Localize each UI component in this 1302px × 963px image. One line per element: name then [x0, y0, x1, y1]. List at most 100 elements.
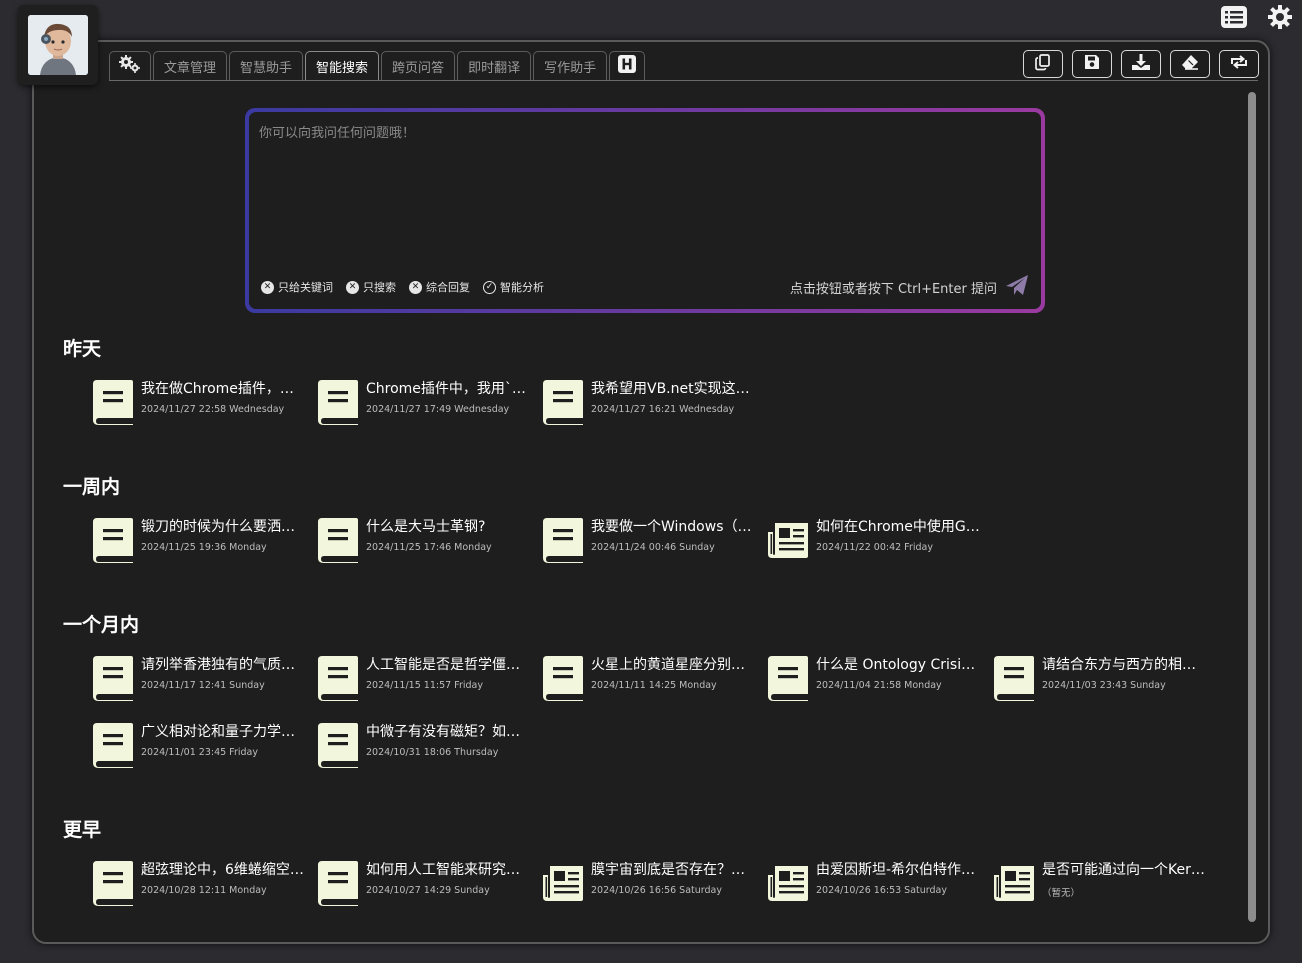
newspaper-icon	[992, 863, 1036, 911]
history-item[interactable]: 锻刀的时候为什么要洒… 2024/11/25 19:36 Monday	[91, 512, 306, 564]
history-item-title: 请结合东方与西方的相…	[1042, 657, 1196, 673]
clear-button[interactable]	[1170, 50, 1210, 78]
history-item[interactable]: 请列举香港独有的气质… 2024/11/17 12:41 Sunday	[91, 650, 306, 702]
tab-smart-search[interactable]: 智能搜索	[305, 51, 380, 80]
history-item-title: 我在做Chrome插件，其…	[141, 381, 306, 397]
book-icon	[541, 516, 585, 564]
history-item[interactable]: 我希望用VB.net实现这… 2024/11/27 16:21 Wednesday	[541, 374, 756, 426]
paper-plane-icon	[1005, 275, 1029, 300]
option-keywords-only[interactable]: ✕ 只给关键词	[261, 279, 333, 295]
history-item-date: 2024/11/01 23:45 Friday	[141, 747, 258, 758]
history-item[interactable]: 如何在Chrome中使用G… 2024/11/22 00:42 Friday	[766, 512, 981, 564]
history-item-date: 2024/11/24 00:46 Sunday	[591, 542, 715, 553]
x-circle-icon: ✕	[409, 280, 422, 294]
scrollbar[interactable]	[1248, 92, 1256, 922]
history-item-title: 如何在Chrome中使用G…	[816, 519, 980, 535]
section-title: 更早	[63, 819, 102, 841]
book-icon	[91, 516, 135, 564]
tab-bar: 文章管理 智慧助手 智能搜索 跨页问答 即时翻译 写作助手	[109, 51, 646, 80]
tab-settings[interactable]	[109, 51, 151, 80]
history-item-date: 2024/10/31 18:06 Thursday	[366, 747, 499, 758]
settings-gear-icon[interactable]	[1266, 4, 1294, 30]
download-button[interactable]	[1121, 50, 1161, 78]
book-icon	[316, 516, 360, 564]
history-item-title: 人工智能是否是哲学僵…	[366, 657, 520, 673]
save-button[interactable]	[1072, 50, 1112, 78]
toolbar	[1023, 50, 1259, 78]
history-item-title: 中微子有没有磁矩？如…	[366, 724, 520, 740]
option-label: 智能分析	[500, 281, 544, 294]
top-icons	[1220, 4, 1294, 30]
tab-cross-page-qa[interactable]: 跨页问答	[381, 51, 456, 80]
question-input[interactable]	[259, 122, 1029, 262]
option-label: 综合回复	[426, 281, 470, 294]
h-square-icon	[618, 55, 637, 77]
tab-underline	[109, 80, 1258, 81]
section-title: 昨天	[63, 338, 102, 360]
book-icon	[91, 721, 135, 769]
tab-h[interactable]	[609, 51, 646, 80]
newspaper-icon	[766, 863, 810, 911]
history-item-title: 火星上的黄道星座分别…	[591, 657, 745, 673]
history-item-date: 2024/11/04 21:58 Monday	[816, 680, 942, 691]
history-item-title: 是否可能通过向一个Ker…	[1042, 862, 1205, 878]
history-item[interactable]: 请结合东方与西方的相… 2024/11/03 23:43 Sunday	[992, 650, 1207, 702]
history-item-title: 什么是大马士革钢?	[366, 519, 486, 535]
history-item-title: 广义相对论和量子力学…	[141, 724, 295, 740]
option-search-only[interactable]: ✕ 只搜索	[346, 279, 396, 295]
history-item[interactable]: 我在做Chrome插件，其… 2024/11/27 22:58 Wednesday	[91, 374, 306, 426]
history-item[interactable]: 是否可能通过向一个Ker… （暂无）	[992, 855, 1207, 907]
book-icon	[91, 378, 135, 426]
history-item[interactable]: 广义相对论和量子力学… 2024/11/01 23:45 Friday	[91, 717, 306, 769]
history-item[interactable]: 膜宇宙到底是否存在？… 2024/10/26 16:56 Saturday	[541, 855, 756, 907]
book-icon	[91, 654, 135, 702]
tab-writing-assistant[interactable]: 写作助手	[533, 51, 608, 80]
section-title: 一个月内	[63, 614, 140, 636]
history-item[interactable]: 我要做一个Windows（… 2024/11/24 00:46 Sunday	[541, 512, 756, 564]
refresh-icon	[1228, 53, 1250, 75]
history-item[interactable]: 由爱因斯坦-希尔伯特作… 2024/10/26 16:53 Saturday	[766, 855, 981, 907]
history-item[interactable]: Chrome插件中，我用`c… 2024/11/27 17:49 Wednesda…	[316, 374, 531, 426]
refresh-button[interactable]	[1219, 50, 1259, 78]
history-item-date: 2024/11/27 17:49 Wednesday	[366, 404, 510, 415]
history-item-date: 2024/11/27 22:58 Wednesday	[141, 404, 285, 415]
book-icon	[766, 654, 810, 702]
history-item[interactable]: 中微子有没有磁矩？如… 2024/10/31 18:06 Thursday	[316, 717, 531, 769]
gears-icon	[118, 54, 142, 78]
submit-hint: 点击按钮或者按下 Ctrl+Enter 提问	[789, 282, 997, 297]
tab-instant-translate[interactable]: 即时翻译	[457, 51, 532, 80]
history-item-title: 我要做一个Windows（…	[591, 519, 752, 535]
option-comprehensive-reply[interactable]: ✕ 综合回复	[409, 279, 470, 295]
history-item-date: 2024/10/26 16:53 Saturday	[816, 885, 947, 896]
history-item-date: 2024/11/17 12:41 Sunday	[141, 680, 265, 691]
book-icon	[316, 654, 360, 702]
history-item[interactable]: 如何用人工智能来研究… 2024/10/27 14:29 Sunday	[316, 855, 531, 907]
history-item-date: 2024/10/28 12:11 Monday	[141, 885, 267, 896]
copy-button[interactable]	[1023, 50, 1063, 78]
history-item[interactable]: 人工智能是否是哲学僵… 2024/11/15 11:57 Friday	[316, 650, 531, 702]
save-icon	[1083, 53, 1101, 75]
list-icon[interactable]	[1220, 4, 1248, 30]
history-item-date: 2024/11/11 14:25 Monday	[591, 680, 717, 691]
history-item-date: 2024/11/27 16:21 Wednesday	[591, 404, 735, 415]
book-icon	[91, 859, 135, 907]
history-item-date: 2024/11/25 19:36 Monday	[141, 542, 267, 553]
option-smart-analysis[interactable]: ✓ 智能分析	[483, 279, 544, 295]
send-button[interactable]	[1005, 274, 1031, 298]
history-item-date: 2024/10/27 14:29 Sunday	[366, 885, 490, 896]
history-item-title: 膜宇宙到底是否存在？…	[591, 862, 745, 878]
history-item-title: 请列举香港独有的气质…	[141, 657, 295, 673]
tab-article-management[interactable]: 文章管理	[153, 51, 228, 80]
avatar[interactable]	[18, 5, 98, 85]
book-icon	[316, 378, 360, 426]
history-item[interactable]: 什么是大马士革钢? 2024/11/25 17:46 Monday	[316, 512, 531, 564]
main-panel: 文章管理 智慧助手 智能搜索 跨页问答 即时翻译 写作助手 你可以向我问任何问题…	[32, 40, 1270, 944]
tab-smart-assistant[interactable]: 智慧助手	[229, 51, 304, 80]
history-item[interactable]: 超弦理论中，6维蜷缩空… 2024/10/28 12:11 Monday	[91, 855, 306, 907]
newspaper-icon	[766, 520, 810, 568]
history-item[interactable]: 什么是 Ontology Crisis… 2024/11/04 21:58 Mon…	[766, 650, 981, 702]
history-item[interactable]: 火星上的黄道星座分别… 2024/11/11 14:25 Monday	[541, 650, 756, 702]
option-label: 只给关键词	[278, 281, 333, 294]
download-icon	[1131, 53, 1151, 75]
history-item-date: 2024/11/22 00:42 Friday	[816, 542, 933, 553]
